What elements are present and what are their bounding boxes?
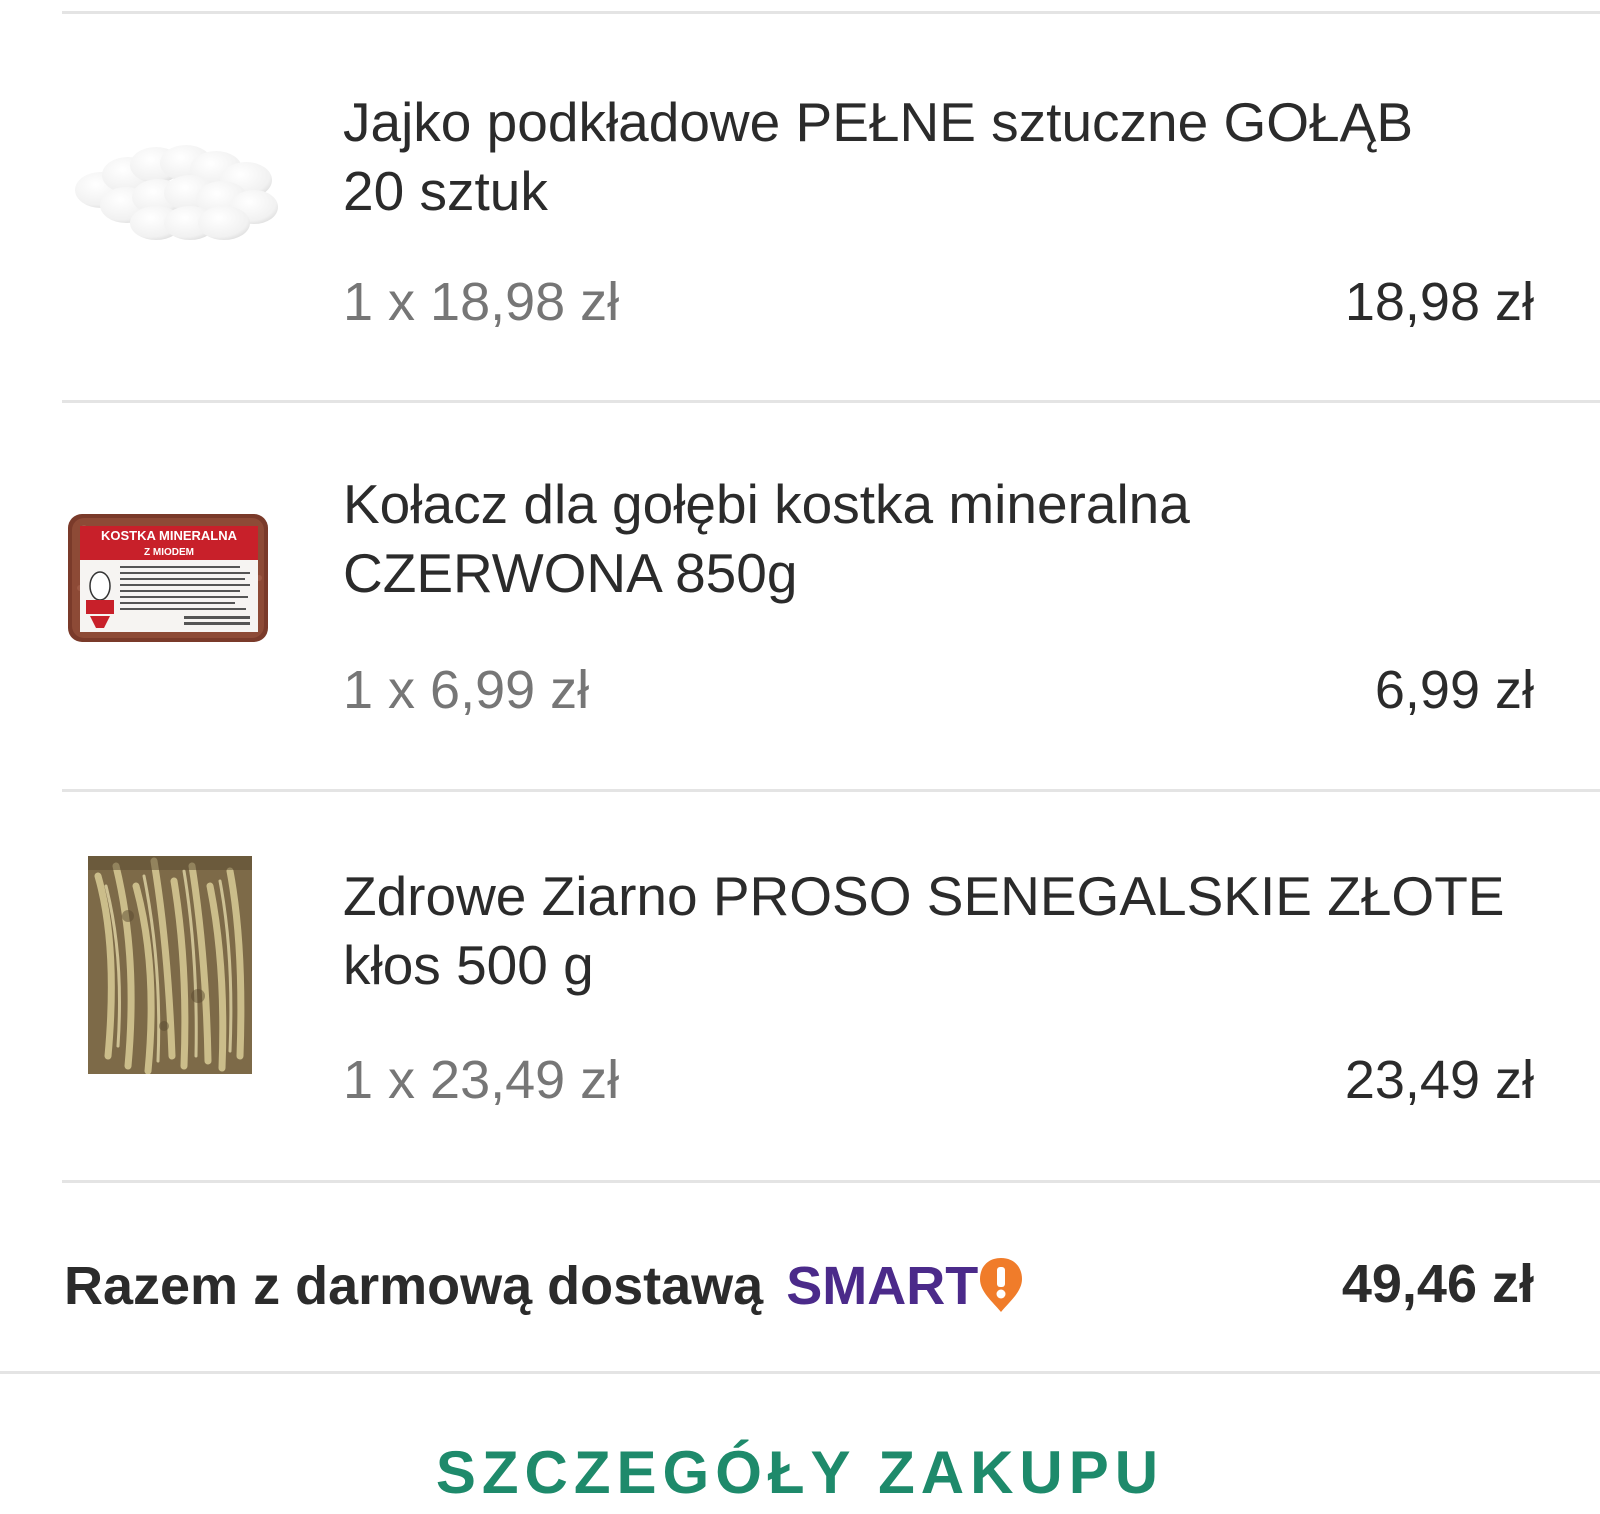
- item-total-price: 6,99 zł: [1374, 660, 1534, 720]
- divider: [0, 1371, 1600, 1374]
- purchase-details-button[interactable]: SZCZEGÓŁY ZAKUPU: [0, 1438, 1600, 1507]
- item-title[interactable]: Kołacz dla gołębi kostka mineralna CZERW…: [343, 470, 1543, 608]
- image-label: Z MIODEM: [144, 547, 194, 558]
- smart-logo: SMART: [786, 1256, 979, 1316]
- item-total-price: 23,49 zł: [1344, 1050, 1534, 1110]
- millet-spray-thumbnail: [88, 856, 252, 1074]
- divider: [62, 400, 1600, 403]
- divider: [62, 789, 1600, 792]
- item-unit-price: 1 x 6,99 zł: [343, 660, 590, 720]
- summary-total: 49,46 zł: [1341, 1254, 1534, 1314]
- item-total-price: 18,98 zł: [1344, 272, 1534, 332]
- divider: [62, 1180, 1600, 1183]
- white-eggs-thumbnail: [75, 145, 278, 240]
- item-unit-price: 1 x 18,98 zł: [343, 272, 620, 332]
- summary-label: Razem z darmową dostawą: [64, 1256, 764, 1316]
- item-title[interactable]: Zdrowe Ziarno PROSO SENEGALSKIE ZŁOTE kł…: [343, 862, 1543, 1000]
- summary-row: Razem z darmową dostawą SMART: [64, 1252, 1026, 1318]
- divider-top: [62, 11, 1600, 14]
- image-label: KOSTKA MINERALNA: [101, 528, 238, 543]
- item-unit-price: 1 x 23,49 zł: [343, 1050, 620, 1110]
- item-title[interactable]: Jajko podkładowe PEŁNE sztuczne GOŁĄB 20…: [343, 88, 1543, 226]
- mineral-block-thumbnail: KOSTKA MINERALNA Z MIODEM: [68, 514, 268, 642]
- smart-badge-icon: [980, 1258, 1023, 1312]
